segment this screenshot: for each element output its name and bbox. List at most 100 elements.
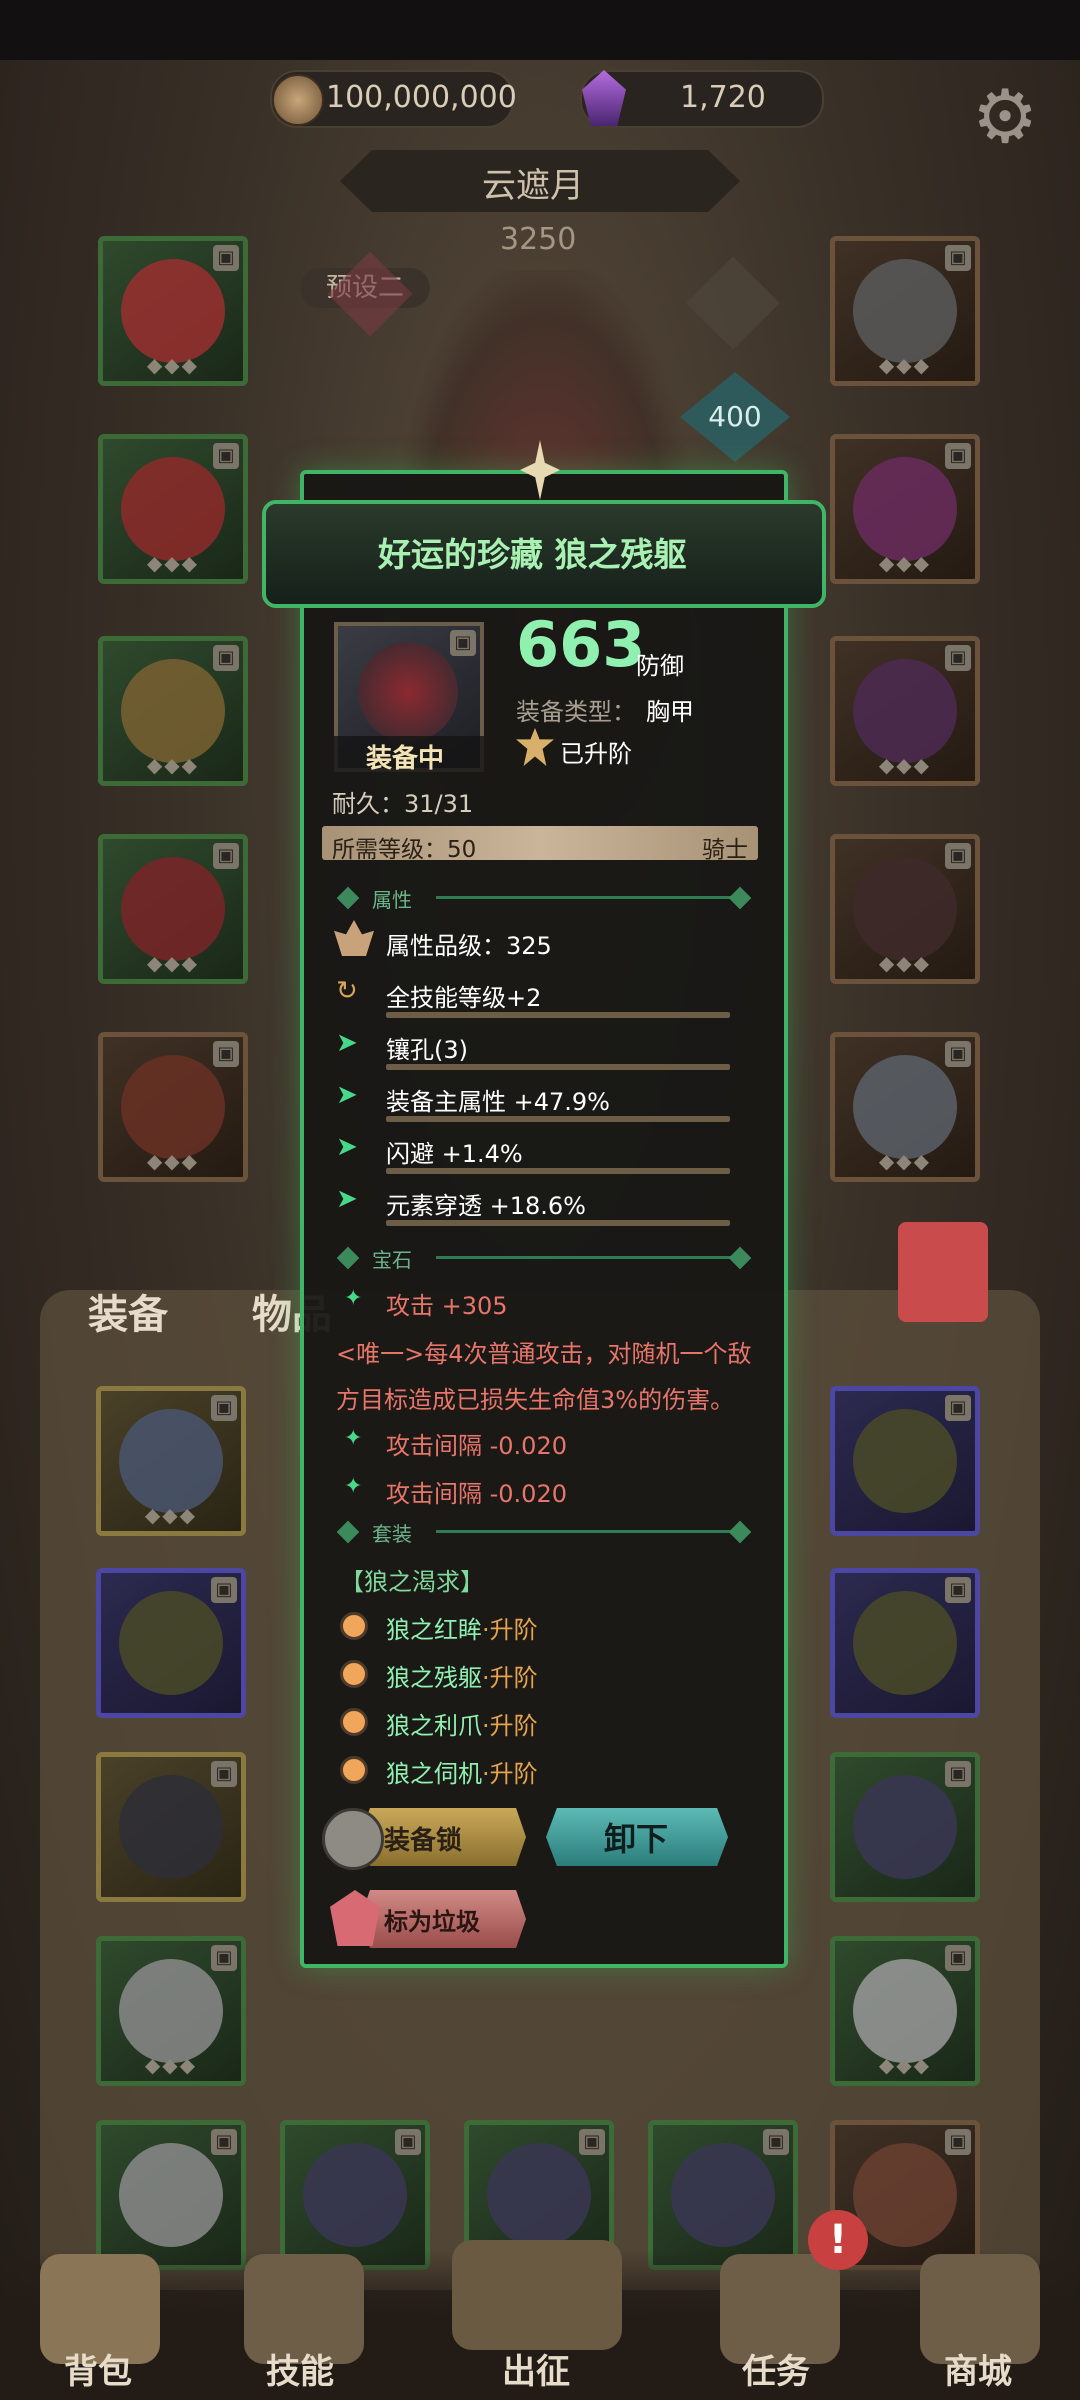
- nav-backpack[interactable]: 背包: [64, 2344, 132, 2393]
- nav-shop[interactable]: 商城: [944, 2344, 1012, 2393]
- arrow-icon: ➤: [336, 1028, 358, 1058]
- character-name: 云遮月: [482, 166, 584, 206]
- equip-slot-helmet[interactable]: ▣ ◆◆◆: [98, 236, 248, 386]
- attribute-line: 全技能等级+2: [386, 984, 542, 1012]
- tab-equipment[interactable]: 装备: [88, 1282, 168, 1340]
- inventory-item[interactable]: ▣ ◆◆◆: [96, 1936, 246, 2086]
- set-piece-active-icon: [340, 1612, 368, 1640]
- item-type-label: 装备类型：: [516, 698, 636, 726]
- inventory-item[interactable]: ▣ ◆◆◆: [96, 1386, 246, 1536]
- socket-icons: ◆◆◆: [146, 353, 200, 377]
- ascended-status: 已升阶: [560, 740, 632, 768]
- character-power: 3250: [500, 222, 577, 257]
- attribute-line: 元素穿透 +18.6%: [386, 1192, 586, 1220]
- inventory-item[interactable]: ▣: [96, 2120, 246, 2270]
- lock-icon: ▣: [211, 1945, 237, 1971]
- inventory-item[interactable]: ▣: [96, 1568, 246, 1718]
- lock-icon: ▣: [945, 245, 971, 271]
- lock-icon: ▣: [213, 245, 239, 271]
- inventory-item[interactable]: ▣ ◆◆◆: [830, 1936, 980, 2086]
- requirement-bar: 所需等级：50 骑士: [322, 826, 758, 863]
- lock-icon: ▣: [945, 843, 971, 869]
- attribute-line: 闪避 +1.4%: [386, 1140, 523, 1168]
- set-piece-active-icon: [340, 1660, 368, 1688]
- nav-quests[interactable]: 任务: [742, 2344, 810, 2393]
- lock-icon: ▣: [211, 1395, 237, 1421]
- quest-alert-icon: !: [808, 2210, 868, 2270]
- equip-slot-boots[interactable]: ▣ ◆◆◆: [98, 1032, 248, 1182]
- socket-icons: ◆◆◆: [146, 551, 200, 575]
- equip-slot-mask[interactable]: ▣ ◆◆◆: [830, 236, 980, 386]
- attribute-bar: [386, 1064, 730, 1070]
- lock-icon: ▣: [945, 1041, 971, 1067]
- trash-icon[interactable]: [898, 1222, 988, 1322]
- inventory-item[interactable]: ▣: [280, 2120, 430, 2270]
- settings-gear-icon[interactable]: ⚙: [972, 80, 1038, 154]
- lock-icon: ▣: [579, 2129, 605, 2155]
- defense-unit: 防御: [636, 652, 684, 680]
- unique-effect-line1: <唯一>每4次普通攻击，对随机一个敌: [336, 1340, 752, 1368]
- set-piece-name: 狼之伺机: [386, 1760, 482, 1788]
- attribute-bar: [386, 1116, 730, 1122]
- item-title: 好运的珍藏 狼之残躯: [378, 535, 687, 574]
- required-level: 所需等级：50: [332, 837, 477, 863]
- gem-stat: 攻击间隔 -0.020: [386, 1432, 567, 1460]
- gem-amount: 1,720: [680, 80, 766, 115]
- socket-icons: ◆◆◆: [878, 753, 932, 777]
- mark-as-junk-label: 标为垃圾: [384, 1908, 480, 1936]
- item-type-value: 胸甲: [646, 698, 694, 726]
- lock-icon: ▣: [945, 645, 971, 671]
- equip-slot-weapon[interactable]: ▣ ◆◆◆: [98, 636, 248, 786]
- equip-slot-offhand[interactable]: ▣ ◆◆◆: [830, 834, 980, 984]
- inventory-item[interactable]: ▣: [830, 1386, 980, 1536]
- set-piece-active-icon: [340, 1756, 368, 1784]
- inventory-item[interactable]: ▣: [830, 1752, 980, 1902]
- set-name: 【狼之渴求】: [340, 1568, 484, 1596]
- lock-icon: ▣: [211, 2129, 237, 2155]
- section-divider: [436, 896, 736, 899]
- unique-effect-line2: 方目标造成已损失生命值3%的伤害。: [336, 1386, 735, 1414]
- lock-icon: ▣: [945, 2129, 971, 2155]
- lock-icon: ▣: [450, 630, 476, 656]
- set-section-title: 套装: [372, 1522, 412, 1546]
- nav-campaign[interactable]: 出征: [502, 2344, 570, 2393]
- lock-icon: ▣: [945, 1577, 971, 1603]
- equip-slot-cloak[interactable]: ▣ ◆◆◆: [98, 834, 248, 984]
- set-piece-tag: ·升阶: [482, 1616, 538, 1644]
- sparkle-icon: ✦: [344, 1426, 363, 1451]
- set-piece-tag: ·升阶: [482, 1760, 538, 1788]
- equip-slot-amulet[interactable]: ▣ ◆◆◆: [830, 434, 980, 584]
- socket-icons: ◆◆◆: [878, 951, 932, 975]
- inventory-item[interactable]: ▣: [96, 1752, 246, 1902]
- section-divider: [436, 1530, 736, 1533]
- arrow-icon: ➤: [336, 1080, 358, 1110]
- set-piece: 狼之利爪·升阶: [386, 1706, 538, 1741]
- arrow-icon: ➤: [336, 1184, 358, 1214]
- lock-icon: ▣: [211, 1577, 237, 1603]
- equip-slot-shoulder[interactable]: ▣ ◆◆◆: [98, 434, 248, 584]
- set-piece: 狼之红眸·升阶: [386, 1610, 538, 1645]
- lock-icon: ▣: [395, 2129, 421, 2155]
- equip-slot-ring[interactable]: ▣ ◆◆◆: [830, 1032, 980, 1182]
- nav-skills[interactable]: 技能: [266, 2344, 334, 2393]
- set-piece-name: 狼之红眸: [386, 1616, 482, 1644]
- inventory-item[interactable]: ▣: [648, 2120, 798, 2270]
- required-class: 骑士: [702, 837, 748, 863]
- set-piece-name: 狼之利爪: [386, 1712, 482, 1740]
- gem-stat: 攻击间隔 -0.020: [386, 1480, 567, 1508]
- set-piece-name: 狼之残躯: [386, 1664, 482, 1692]
- durability: 耐久：31/31: [332, 790, 474, 818]
- section-divider: [436, 1256, 736, 1259]
- inventory-item[interactable]: ▣: [830, 1568, 980, 1718]
- socket-icons: ◆◆◆: [144, 2053, 198, 2077]
- socket-icons: ◆◆◆: [878, 2053, 932, 2077]
- lock-icon: ▣: [945, 1945, 971, 1971]
- equip-slot-gloves[interactable]: ▣ ◆◆◆: [830, 636, 980, 786]
- lock-icon: ▣: [945, 443, 971, 469]
- lock-icon: ▣: [213, 443, 239, 469]
- gems-section-title: 宝石: [372, 1248, 412, 1272]
- lock-icon: ▣: [211, 1761, 237, 1787]
- campaign-icon[interactable]: [452, 2240, 622, 2350]
- arrow-icon: ➤: [336, 1132, 358, 1162]
- socket-icons: ◆◆◆: [146, 951, 200, 975]
